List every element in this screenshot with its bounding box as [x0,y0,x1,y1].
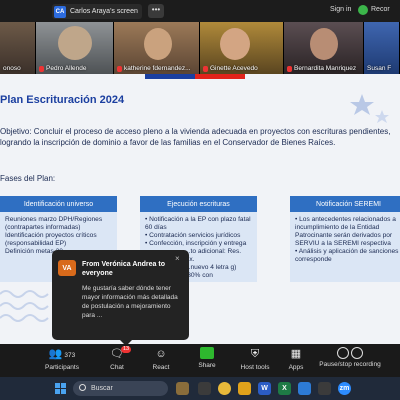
participants-label: Participants [45,364,79,371]
chat-label: Chat [110,364,124,371]
mic-muted-icon [39,65,44,72]
participant-video-strip: onoso Pedro Allende katherine fdernandez… [0,22,400,74]
sharer-avatar: CA [54,5,66,18]
mic-muted-icon [287,65,292,72]
participant-tile[interactable]: Pedro Allende [36,22,114,74]
apps-grid-icon: ▦ [290,348,302,360]
chat-button[interactable]: 🗨 13 Chat [102,346,132,371]
person-silhouette [58,26,92,60]
zoom-icon[interactable]: zm [338,382,351,395]
meeting-toolbar: 👥 373 Participants 🗨 13 Chat ☺ React Shar… [0,344,400,377]
chrome-icon[interactable] [218,382,231,395]
person-silhouette [220,28,250,60]
phase-body: • Los antecedentes relacionados a incump… [290,212,400,282]
phase-item: • Notificación a la EP con plazo fatal 6… [145,216,251,231]
participants-button[interactable]: 👥 373 Participants [42,347,82,371]
participant-tile[interactable]: Susan F [364,22,400,74]
person-silhouette [310,28,338,60]
participant-name: Pedro Allende [39,65,86,72]
chat-message-preview: Me gustaría saber dónde tener mayor info… [82,285,178,319]
excel-icon[interactable]: X [278,382,291,395]
participant-name: onoso [3,65,21,72]
zoom-meeting-window: CA Carlos Araya's screen ••• Sign in Rec… [0,0,400,400]
decorative-wave-pattern-icon [0,290,49,322]
shield-icon: ⛨ [250,348,260,360]
more-options-button[interactable]: ••• [148,4,164,18]
screen-share-label: Carlos Araya's screen [70,8,138,15]
participant-name: Susan F [367,65,392,72]
phase-item: • Los antecedentes relacionados a incump… [295,216,396,247]
mic-muted-icon [117,65,122,72]
host-tools-button[interactable]: ⛨ Host tools [236,347,274,371]
mic-muted-icon [203,65,208,72]
unread-chat-badge: 13 [121,346,132,353]
flag-stripe-blue [145,74,195,79]
terminal-icon[interactable] [318,382,331,395]
participant-tile[interactable]: onoso [0,22,36,74]
widget-icon[interactable] [176,382,189,395]
participant-name: katherine fdernandez... [117,65,191,72]
phase-item: (contrapartes informadas) [5,224,81,231]
file-explorer-icon[interactable] [238,382,251,395]
participants-icon: 👥 373 [48,348,76,360]
phase-column-notificacion: Notificación SEREMI • Los antecedentes r… [290,196,400,282]
phase-item: (responsabilidad EP) [5,240,67,247]
recording-controls [318,347,382,361]
word-icon[interactable]: W [258,382,271,395]
phase-header: Ejecución escrituras [140,196,257,212]
windows-start-icon[interactable] [55,383,66,394]
flag-stripe-red [195,74,245,79]
slide-title: Plan Escrituración 2024 [0,94,125,106]
sign-in-link[interactable]: Sign in [330,6,351,13]
person-silhouette [144,28,172,60]
phase-item: • Contratación servicios jurídicos [145,232,241,239]
search-icon [79,384,86,391]
smiley-icon: ☺ [155,348,167,360]
participant-name: Ginette Acevedo [203,65,258,72]
windows-taskbar: Buscar W X zm [0,377,400,400]
phases-label: Fases del Plan: [0,174,56,183]
share-label: Share [198,362,216,369]
slide-objective: Objetivo: Concluir el proceso de acceso … [0,127,391,147]
participants-count: 373 [64,352,76,359]
participant-tile[interactable]: Ginette Acevedo [200,22,284,74]
recording-indicator[interactable]: Recor [371,6,390,13]
apps-button[interactable]: ▦ Apps [284,347,308,371]
security-shield-icon[interactable] [358,5,368,15]
phase-header: Notificación SEREMI [290,196,400,212]
close-icon[interactable]: × [175,254,180,263]
task-view-icon[interactable] [198,382,211,395]
pause-recording-label: Pause/stop recording [319,361,381,368]
apps-label: Apps [288,364,304,371]
participant-name: Bernardita Manriquez [287,65,356,72]
phase-item: • Confección, inscripción y entrega [145,240,247,247]
edge-icon[interactable] [298,382,311,395]
pause-icon [337,347,349,359]
react-label: React [152,364,170,371]
taskbar-search-box[interactable]: Buscar [73,381,168,396]
participant-tile[interactable]: Bernardita Manriquez [284,22,364,74]
search-placeholder: Buscar [91,385,113,392]
participant-tile[interactable]: katherine fdernandez... [114,22,200,74]
phase-item: Reuniones marzo DPH/Regiones [5,216,103,223]
phase-item: • Análisis y aplicación de sanciones cor… [295,248,399,263]
sender-avatar: VA [58,260,76,276]
share-screen-icon [200,347,214,359]
pause-stop-recording-button[interactable]: Pause/stop recording [318,347,382,368]
screen-share-indicator[interactable]: CA Carlos Araya's screen [52,4,142,19]
chat-notification-popup[interactable]: VA From Verónica Andrea to everyone × Me… [52,250,189,346]
chat-sender-line: From Verónica Andrea to everyone [82,261,165,277]
top-bar: CA Carlos Araya's screen ••• Sign in Rec… [0,0,400,22]
phase-header: Identificación universo [0,196,117,212]
host-tools-label: Host tools [240,364,270,371]
react-button[interactable]: ☺ React [146,347,176,371]
share-screen-button[interactable]: Share [192,347,222,369]
stop-icon [351,347,363,359]
phase-item: Identificación proyectos críticos [5,232,97,239]
